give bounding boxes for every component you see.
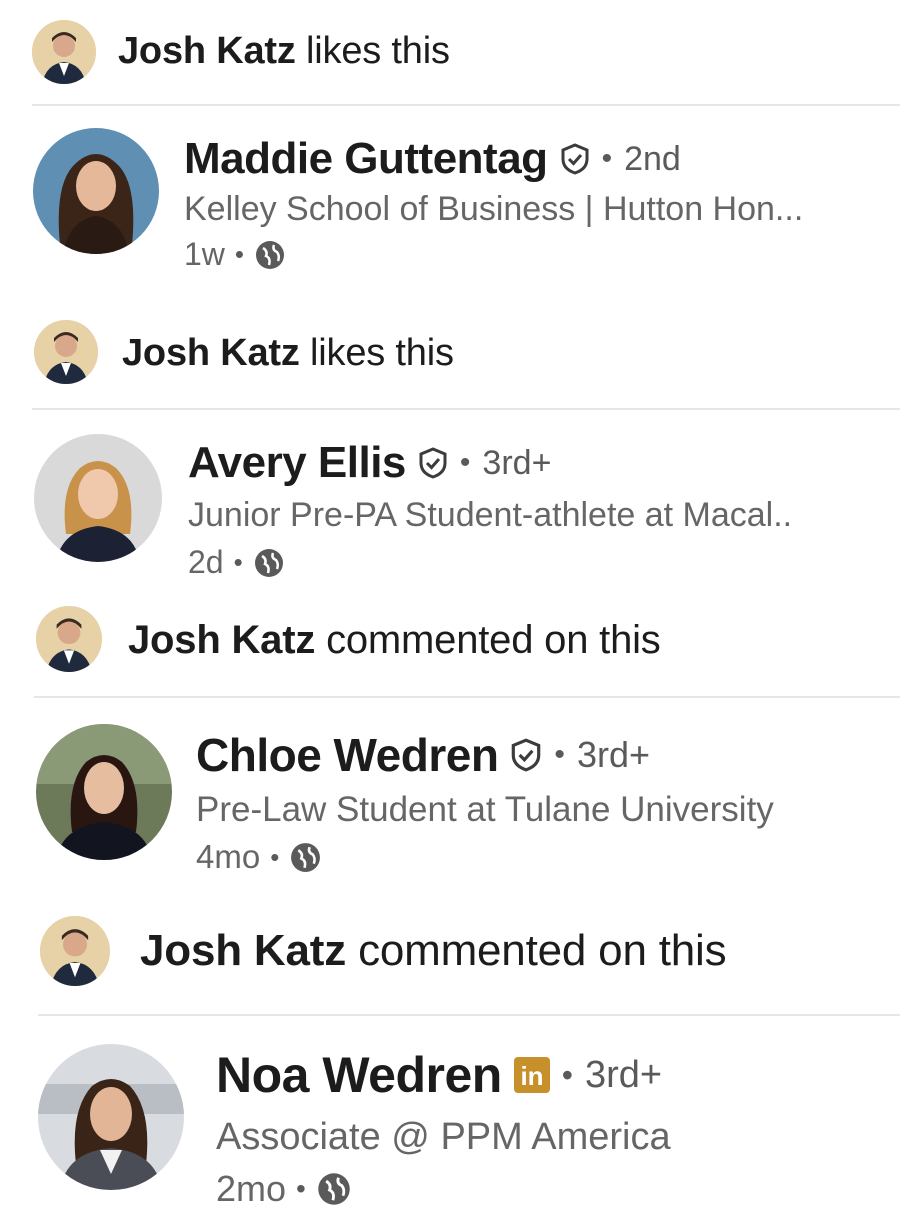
author-name[interactable]: Chloe Wedren (196, 728, 499, 782)
verified-shield-icon (558, 142, 592, 176)
globe-icon (316, 1171, 352, 1207)
author-avatar[interactable] (33, 128, 159, 254)
actor-line: Josh Katz likes this (118, 30, 450, 73)
author-name-line: Maddie Guttentag • 2nd (184, 134, 681, 184)
verified-shield-icon (508, 737, 544, 773)
separator-dot: • (561, 1056, 573, 1093)
divider (32, 104, 900, 106)
actor-action: commented on this (358, 926, 727, 975)
post-meta: 1w • (184, 236, 286, 273)
author-name[interactable]: Avery Ellis (188, 438, 406, 488)
connection-degree: 3rd+ (576, 734, 650, 775)
separator-dot: • (296, 1173, 306, 1204)
actor-name[interactable]: Josh Katz (122, 332, 300, 374)
actor-name[interactable]: Josh Katz (118, 30, 296, 72)
actor-name[interactable]: Josh Katz (140, 926, 346, 975)
actor-line: Josh Katz commented on this (140, 926, 727, 976)
post-meta: 2mo • (216, 1168, 352, 1210)
actor-avatar[interactable] (32, 20, 96, 84)
actor-name[interactable]: Josh Katz (128, 618, 315, 662)
globe-icon (254, 239, 286, 271)
author-headline: Kelley School of Business | Hutton Hon..… (184, 190, 804, 228)
premium-badge-text: in (520, 1061, 543, 1091)
post-time: 1w (184, 236, 225, 272)
post-meta: 2d • (188, 544, 285, 581)
post-time: 2d (188, 544, 224, 580)
post-meta: 4mo • (196, 838, 322, 876)
actor-action: likes this (310, 332, 454, 374)
connection-degree: 3rd+ (482, 443, 552, 482)
separator-dot: • (459, 446, 471, 479)
actor-action: likes this (306, 30, 450, 72)
post-time: 4mo (196, 838, 261, 875)
separator-dot: • (601, 142, 613, 175)
actor-avatar[interactable] (36, 606, 102, 672)
globe-icon (253, 547, 285, 579)
actor-line: Josh Katz commented on this (128, 618, 661, 663)
separator-dot: • (554, 738, 565, 771)
actor-avatar[interactable] (34, 320, 98, 384)
author-headline: Junior Pre-PA Student-athlete at Macal.. (188, 496, 793, 534)
premium-in-icon: in (512, 1055, 552, 1095)
globe-icon (289, 841, 322, 874)
author-avatar[interactable] (34, 434, 162, 562)
author-name[interactable]: Noa Wedren (216, 1046, 502, 1104)
separator-dot: • (270, 841, 280, 872)
separator-dot: • (234, 239, 245, 269)
connection-degree: 3rd+ (585, 1053, 663, 1096)
author-avatar[interactable] (38, 1044, 184, 1190)
actor-action: commented on this (326, 618, 661, 662)
actor-avatar[interactable] (40, 916, 110, 986)
author-name-line: Noa Wedren in • 3rd+ (216, 1046, 662, 1104)
author-headline: Pre-Law Student at Tulane University (196, 790, 774, 829)
verified-shield-icon (416, 446, 450, 480)
author-name-line: Chloe Wedren • 3rd+ (196, 728, 650, 782)
post-time: 2mo (216, 1168, 287, 1209)
connection-degree: 2nd (624, 139, 681, 178)
author-headline: Associate @ PPM America (216, 1116, 671, 1158)
author-name[interactable]: Maddie Guttentag (184, 134, 548, 184)
divider (38, 1014, 900, 1016)
separator-dot: • (233, 547, 243, 577)
author-name-line: Avery Ellis • 3rd+ (188, 438, 551, 488)
divider (34, 696, 900, 698)
author-avatar[interactable] (36, 724, 172, 860)
actor-line: Josh Katz likes this (122, 332, 454, 375)
divider (32, 408, 900, 410)
